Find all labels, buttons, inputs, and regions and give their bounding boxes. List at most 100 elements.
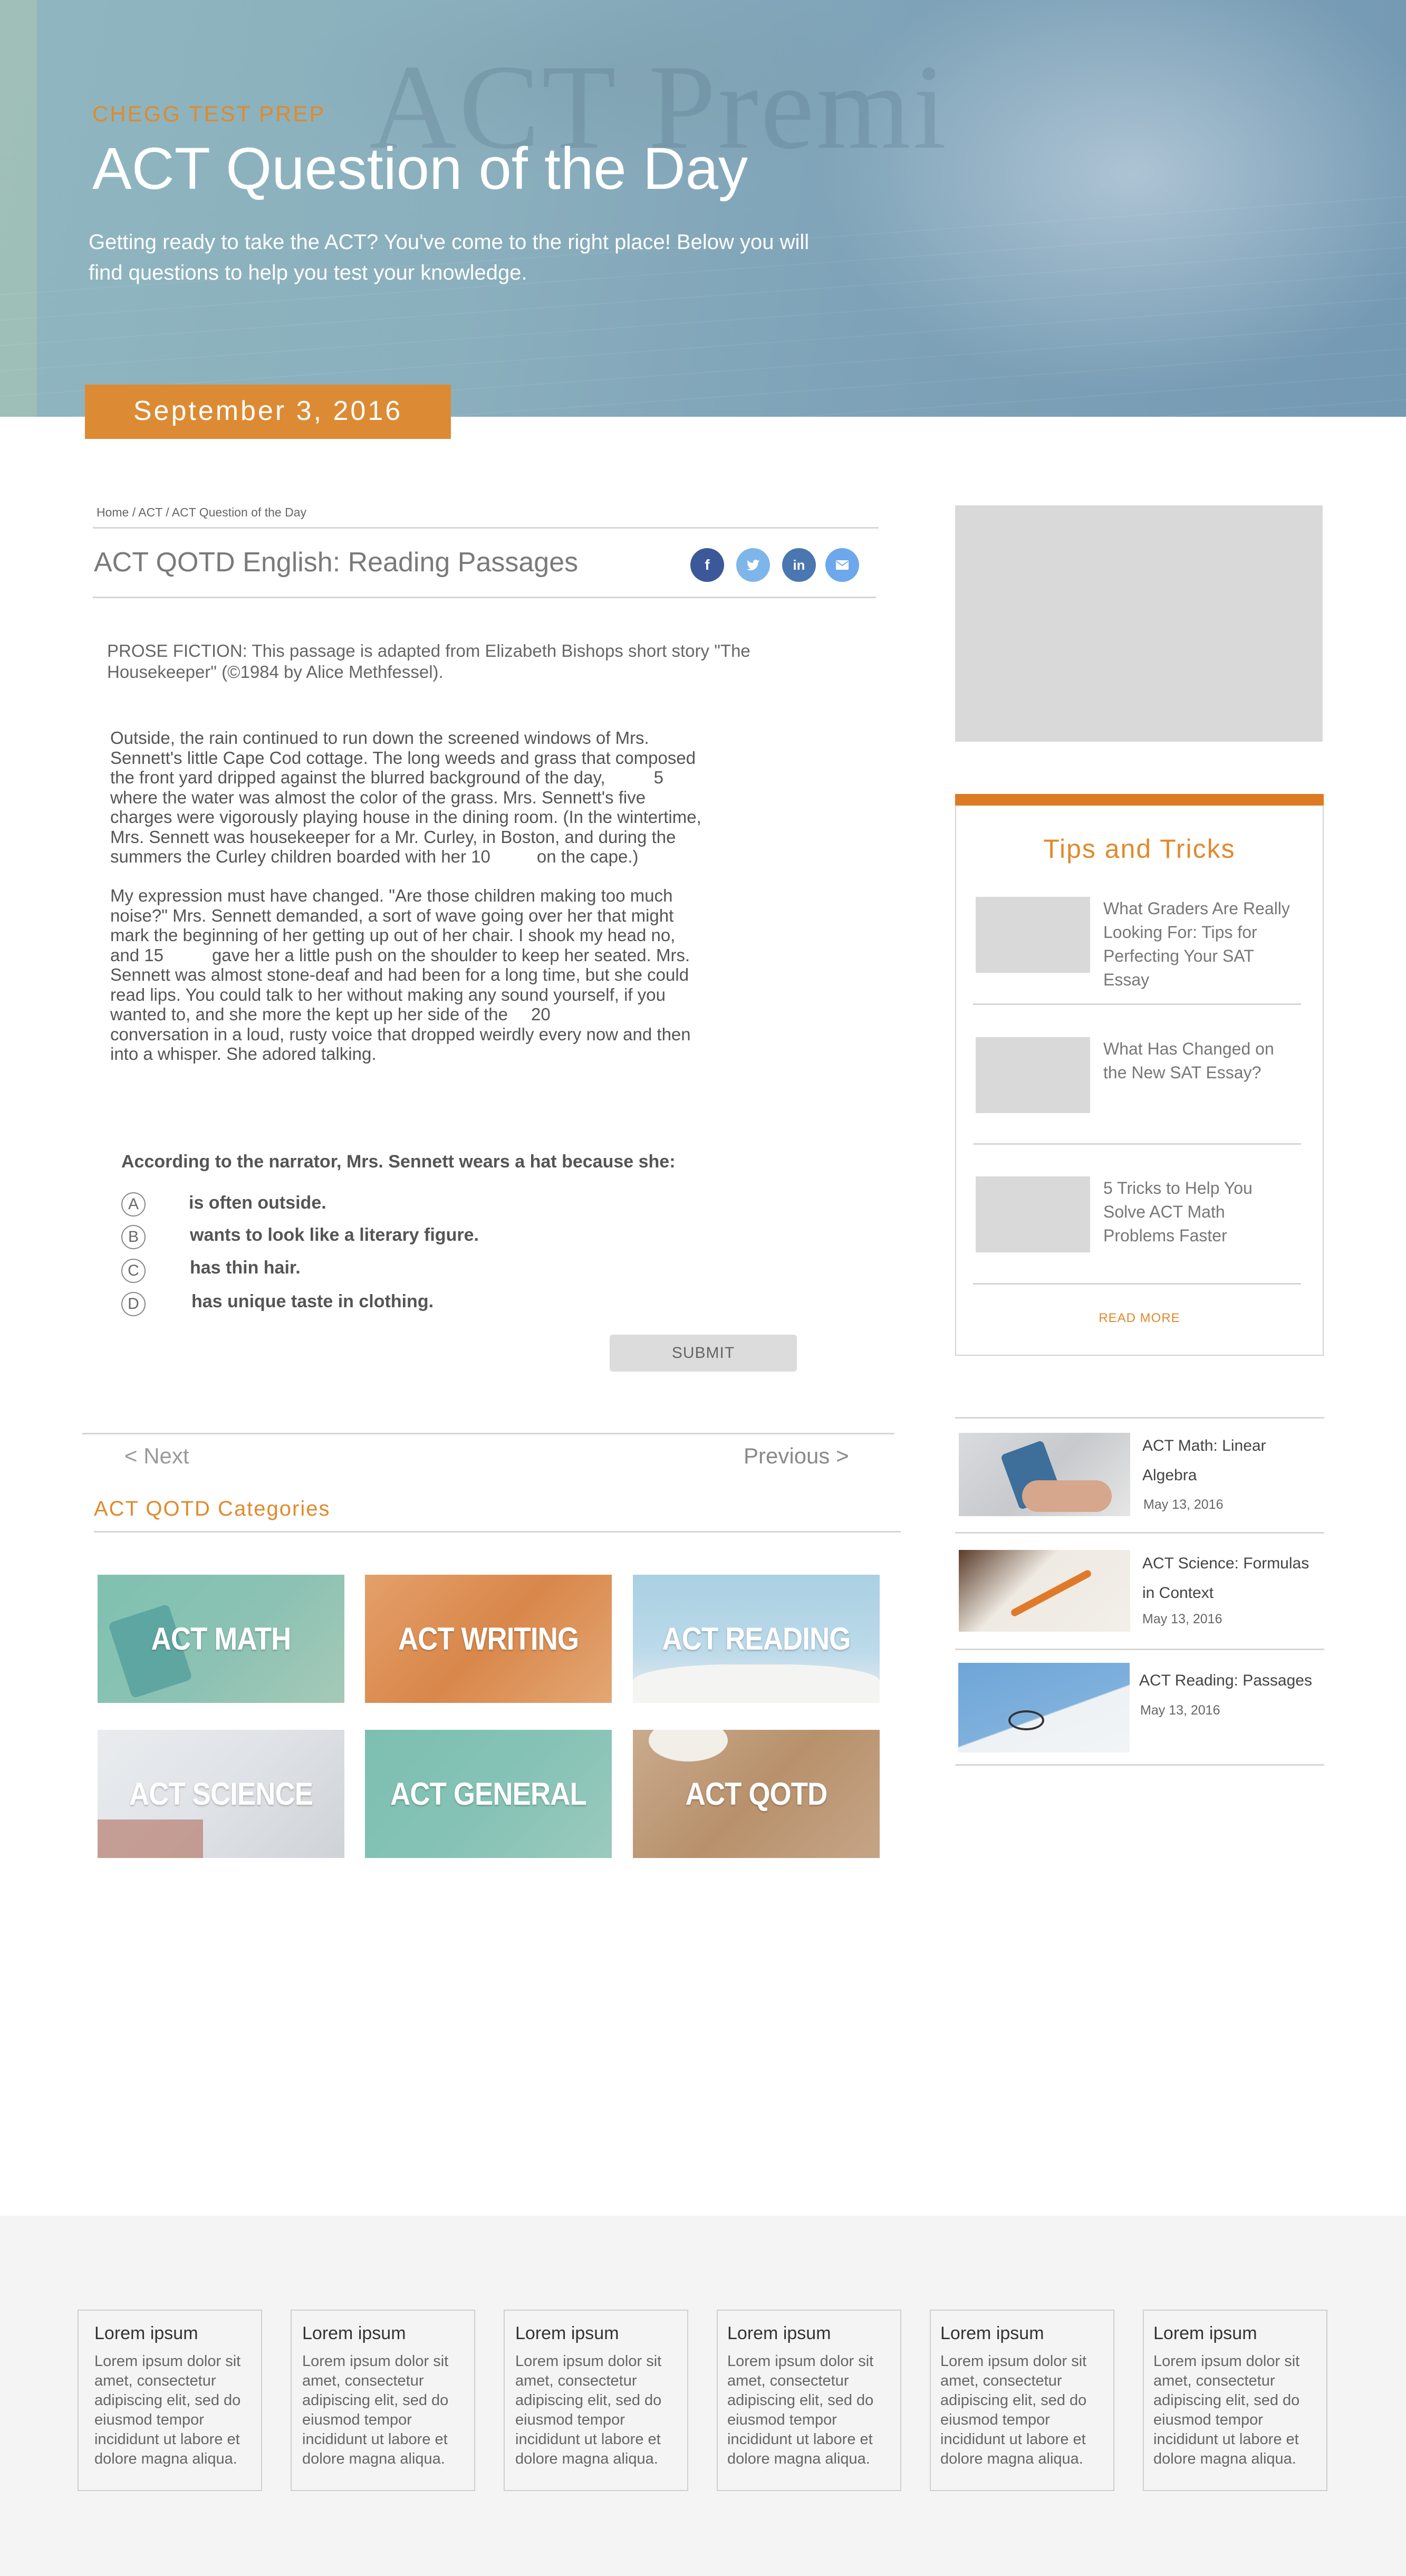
footer-card-body: Lorem ipsum dolor sit amet, consectetur … [302, 2353, 449, 2467]
category-tile-act-math[interactable]: ACT MATH [98, 1575, 344, 1703]
footer-card-body: Lorem ipsum dolor sit amet, consectetur … [1153, 2353, 1300, 2467]
passage-line: the front yard dripped against the blurr… [110, 768, 664, 787]
divider [973, 1143, 1301, 1145]
hero-banner: ACT Premi CHEGG TEST PREP ACT Question o… [0, 0, 1406, 417]
passage-line: Sennett's little Cape Cod cottage. The l… [110, 748, 696, 768]
passage-paragraph-1: Outside, the rain continued to run down … [110, 728, 733, 867]
next-link[interactable]: < Next [124, 1443, 189, 1469]
footer-card[interactable]: Lorem ipsum Lorem ipsum dolor sit amet, … [291, 2310, 475, 2491]
line-number: 20 [531, 1004, 551, 1024]
passage-line: wanted to, and she more the kept up her … [110, 1004, 551, 1024]
choice-c-text[interactable]: has thin hair. [190, 1258, 301, 1278]
footer-card-body: Lorem ipsum dolor sit amet, consectetur … [515, 2353, 662, 2467]
footer-card-title: Lorem ipsum [727, 2323, 831, 2343]
footer-card-body: Lorem ipsum dolor sit amet, consectetur … [94, 2353, 241, 2467]
related-title-3[interactable]: ACT Reading: Passages [1139, 1666, 1321, 1696]
divider [973, 1283, 1301, 1285]
footer-card-title: Lorem ipsum [94, 2323, 198, 2343]
glasses-image [1008, 1710, 1044, 1730]
submit-button[interactable]: SUBMIT [610, 1335, 797, 1372]
divider [93, 597, 876, 598]
related-thumbnail[interactable] [958, 1663, 1130, 1753]
article-title: ACT QOTD English: Reading Passages [94, 547, 579, 578]
hero-subtitle: Getting ready to take the ACT? You've co… [89, 231, 810, 284]
divider [955, 1764, 1324, 1766]
line-number: 5 [653, 768, 664, 787]
hero-paper-lines [0, 174, 1406, 417]
pen-image [1009, 1568, 1093, 1618]
tile-label: ACT WRITING [398, 1621, 579, 1656]
related-title-1[interactable]: ACT Math: Linear Algebra [1142, 1431, 1322, 1490]
divider [955, 1532, 1324, 1534]
date-badge: September 3, 2016 [85, 385, 451, 439]
category-tile-act-general[interactable]: ACT GENERAL [365, 1730, 612, 1858]
choice-b-text[interactable]: wants to look like a literary figure. [190, 1225, 479, 1246]
related-date-2: May 13, 2016 [1142, 1612, 1222, 1626]
footer-card-title: Lorem ipsum [940, 2323, 1044, 2343]
read-more-link[interactable]: READ MORE [955, 1311, 1324, 1326]
choice-a-text[interactable]: is often outside. [189, 1193, 326, 1213]
tip-link-3[interactable]: 5 Tricks to Help You Solve ACT Math Prob… [1103, 1176, 1296, 1248]
hand-image [1022, 1480, 1112, 1512]
choice-d-radio[interactable]: D [121, 1292, 146, 1316]
divider [955, 1417, 1324, 1419]
category-tile-act-reading[interactable]: ACT READING [633, 1575, 880, 1703]
brand-label: CHEGG TEST PREP [92, 101, 326, 126]
related-thumbnail[interactable] [959, 1433, 1130, 1516]
category-tile-act-qotd[interactable]: ACT QOTD [633, 1730, 880, 1858]
footer-card[interactable]: Lorem ipsum Lorem ipsum dolor sit amet, … [78, 2310, 262, 2491]
tip-link-2[interactable]: What Has Changed on the New SAT Essay? [1103, 1037, 1296, 1085]
passage-line: Outside, the rain continued to run down … [110, 728, 649, 748]
choice-a-radio[interactable]: A [121, 1192, 146, 1217]
footer-card[interactable]: Lorem ipsum Lorem ipsum dolor sit amet, … [717, 2310, 901, 2491]
facebook-share-button[interactable]: f [690, 548, 724, 582]
divider [94, 1531, 901, 1533]
divider [973, 1003, 1301, 1005]
passage-intro: PROSE FICTION: This passage is adapted f… [107, 641, 750, 682]
choice-d-text[interactable]: has unique taste in clothing. [191, 1291, 434, 1312]
tip-thumbnail[interactable] [976, 1037, 1090, 1113]
linkedin-share-button[interactable]: in [782, 548, 816, 582]
footer-card[interactable]: Lorem ipsum Lorem ipsum dolor sit amet, … [1143, 2310, 1327, 2491]
question-text: According to the narrator, Mrs. Sennett … [121, 1152, 676, 1172]
related-date-1: May 13, 2016 [1143, 1497, 1224, 1512]
choice-c-radio[interactable]: C [121, 1259, 146, 1283]
passage-line: charges were vigorously playing house in… [110, 807, 701, 827]
email-share-button[interactable] [825, 548, 859, 582]
tips-accent-bar [955, 794, 1324, 806]
passage-line: noise?" Mrs. Sennett demanded, a sort of… [110, 905, 674, 925]
passage-line: and 15 gave her a little push on the shou… [110, 945, 690, 965]
footer-card-title: Lorem ipsum [1153, 2323, 1257, 2343]
categories-heading: ACT QOTD Categories [94, 1497, 331, 1520]
footer-card[interactable]: Lorem ipsum Lorem ipsum dolor sit amet, … [930, 2310, 1114, 2491]
tile-label: ACT GENERAL [390, 1776, 587, 1812]
category-tile-act-writing[interactable]: ACT WRITING [365, 1575, 612, 1703]
passage-line: conversation in a loud, rusty voice that… [110, 1024, 691, 1044]
footer-card[interactable]: Lorem ipsum Lorem ipsum dolor sit amet, … [504, 2310, 688, 2491]
passage-paragraph-2: My expression must have changed. "Are th… [110, 886, 733, 1064]
passage-line: where the water was almost the color of … [110, 787, 646, 807]
footer-card-body: Lorem ipsum dolor sit amet, consectetur … [727, 2353, 874, 2467]
breadcrumb[interactable]: Home / ACT / ACT Question of the Day [97, 505, 306, 520]
facebook-icon: f [705, 557, 710, 573]
passage-line: into a whisper. She adored talking. [110, 1044, 377, 1064]
tile-label: ACT SCIENCE [129, 1776, 313, 1812]
footer-card-body: Lorem ipsum dolor sit amet, consectetur … [940, 2353, 1087, 2467]
passage-line: summers the Curley children boarded with… [110, 847, 639, 866]
ad-placeholder [955, 505, 1323, 742]
related-thumbnail[interactable] [959, 1550, 1130, 1632]
related-title-2[interactable]: ACT Science: Formulas in Context [1142, 1549, 1322, 1608]
passage-line: Mrs. Sennett was housekeeper for a Mr. C… [110, 827, 676, 847]
tip-thumbnail[interactable] [976, 1176, 1090, 1252]
twitter-share-button[interactable] [736, 548, 770, 582]
footer-card-title: Lorem ipsum [515, 2323, 619, 2343]
tile-label: ACT READING [662, 1621, 851, 1656]
previous-link[interactable]: Previous > [744, 1443, 849, 1469]
page-title: ACT Question of the Day [92, 136, 748, 202]
choice-b-radio[interactable]: B [121, 1225, 146, 1249]
divider [955, 1649, 1324, 1650]
tip-link-1[interactable]: What Graders Are Really Looking For: Tip… [1103, 897, 1296, 992]
tip-thumbnail[interactable] [976, 897, 1090, 973]
category-tile-act-science[interactable]: ACT SCIENCE [98, 1730, 344, 1858]
footer-card-title: Lorem ipsum [302, 2323, 406, 2343]
